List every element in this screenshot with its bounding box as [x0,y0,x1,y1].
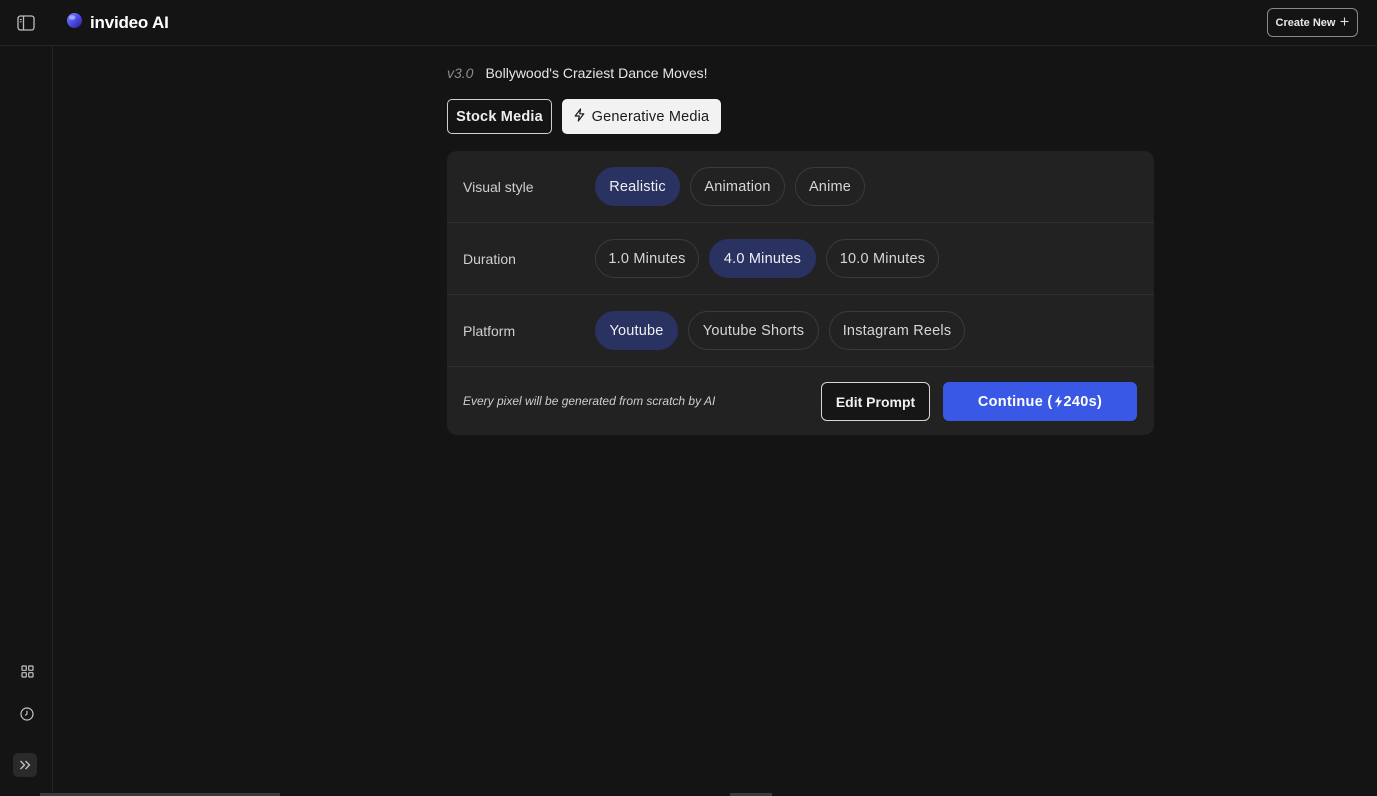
plus-icon [1340,17,1349,29]
duration-option-4-minutes[interactable]: 4.0 Minutes [709,239,816,278]
brand-name: invideo AI [90,13,169,32]
clock-icon[interactable] [16,703,38,725]
video-title: Bollywood's Craziest Dance Moves! [485,65,708,81]
chevrons-right-icon[interactable] [13,753,37,777]
visual-style-label: Visual style [463,179,534,195]
lightning-icon [574,107,585,126]
version-label: v3.0 [447,65,474,81]
platform-option-youtube[interactable]: Youtube [595,311,678,350]
duration-option-1-minute[interactable]: 1.0 Minutes [595,239,699,278]
platform-row: Platform Youtube Youtube Shorts Instagra… [447,295,1154,367]
platform-option-youtube-shorts[interactable]: Youtube Shorts [688,311,819,350]
visual-style-option-realistic[interactable]: Realistic [595,167,680,206]
duration-label: Duration [463,251,516,267]
visual-style-row: Visual style Realistic Animation Anime [447,151,1154,223]
generative-media-button[interactable]: Generative Media [562,99,721,134]
duration-option-10-minutes[interactable]: 10.0 Minutes [826,239,939,278]
lightning-icon [1054,395,1063,408]
edit-prompt-label: Edit Prompt [835,393,916,410]
stock-media-button[interactable]: Stock Media [447,99,552,134]
settings-panel: Visual style Realistic Animation Anime D… [447,151,1154,435]
top-bar: invideo AI Create New [0,0,1377,46]
platform-option-instagram-reels[interactable]: Instagram Reels [829,311,965,350]
continue-button[interactable]: Continue ( 240s) [943,382,1137,421]
duration-row: Duration 1.0 Minutes 4.0 Minutes 10.0 Mi… [447,223,1154,295]
grid-icon[interactable] [16,660,38,682]
sidebar-toggle-icon[interactable] [15,12,37,34]
generative-media-label: Generative Media [591,108,710,125]
edit-prompt-button[interactable]: Edit Prompt [821,382,930,421]
visual-style-option-animation[interactable]: Animation [690,167,785,206]
panel-footer: Every pixel will be generated from scrat… [447,367,1154,435]
project-title-row: v3.0 Bollywood's Craziest Dance Moves! [447,62,708,84]
create-new-button[interactable]: Create New [1267,8,1358,37]
create-new-label: Create New [1275,16,1336,29]
stock-media-label: Stock Media [456,108,543,125]
continue-label: Continue ( [977,393,1053,410]
left-rail [0,46,53,796]
invideo-logo-icon [66,12,83,34]
continue-cost: 240s) [1063,393,1103,410]
brand[interactable]: invideo AI [66,11,169,35]
platform-label: Platform [463,323,516,339]
generation-note: Every pixel will be generated from scrat… [463,394,716,408]
visual-style-option-anime[interactable]: Anime [795,167,865,206]
